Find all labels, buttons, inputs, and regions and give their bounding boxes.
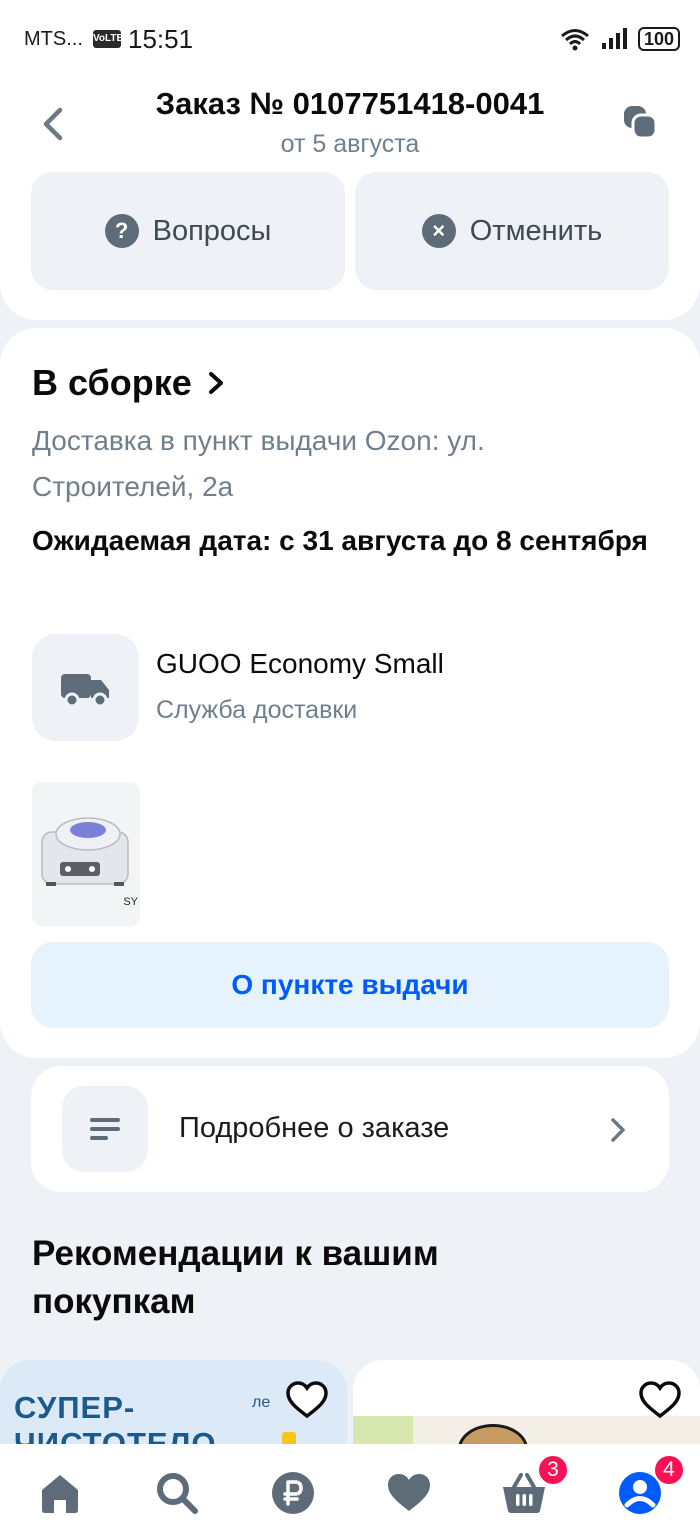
copy-icon[interactable] (620, 102, 660, 142)
delivery-address: Доставка в пункт выдачи Ozon: ул. Строит… (32, 425, 485, 502)
home-icon (42, 1475, 78, 1513)
order-details-label: Подробнее о заказе (179, 1112, 450, 1144)
volte-icon: VoLTE (93, 30, 123, 48)
chevron-right-icon (208, 372, 223, 394)
cancel-label: Отменить (469, 214, 603, 247)
order-status: В сборке (32, 362, 192, 403)
recommendations-title: Рекомендации к вашим покупкам (32, 1234, 439, 1321)
nav-search[interactable] (154, 1470, 200, 1516)
cart-badge: 3 (537, 1454, 569, 1486)
order-title: Заказ № 0107751418-0041 (155, 86, 545, 121)
carrier-name: MTS... (24, 28, 83, 50)
nav-home[interactable] (37, 1470, 83, 1516)
ruble-icon (272, 1472, 314, 1514)
order-date: от 5 августа (280, 130, 420, 158)
questions-label: Вопросы (152, 214, 272, 247)
bottom-navigation: 3 4 (0, 1444, 700, 1540)
product-image-caption: SY (123, 896, 138, 908)
pickup-point-button[interactable]: О пункте выдачи (31, 942, 669, 1028)
question-icon: ? (104, 214, 139, 248)
delivery-service-icon-box (32, 634, 139, 741)
heart-icon (388, 1474, 430, 1511)
order-status-link[interactable]: В сборке (32, 362, 226, 404)
details-icon-box (62, 1086, 148, 1172)
truck-icon (60, 673, 109, 707)
delivery-service-name: GUOO Economy Small (156, 648, 444, 679)
clock: 15:51 (128, 24, 194, 54)
chevron-right-icon (611, 1118, 625, 1142)
nav-profile[interactable]: 4 (617, 1454, 685, 1516)
profile-badge: 4 (653, 1454, 685, 1486)
cancel-order-button[interactable]: × Отменить (355, 172, 669, 290)
battery-icon: 100 (637, 27, 680, 51)
questions-button[interactable]: ? Вопросы (31, 172, 345, 290)
status-indicators: 100 (560, 24, 680, 54)
close-icon: × (421, 214, 456, 248)
status-bar: MTS... VoLTE 15:51 100 (0, 0, 700, 76)
order-details-row[interactable]: Подробнее о заказе (31, 1066, 669, 1192)
list-icon (90, 1118, 120, 1140)
search-icon (157, 1473, 198, 1514)
recommendation-brand-logo: ле (252, 1394, 271, 1411)
product-image[interactable]: SY (32, 782, 140, 926)
nav-payments[interactable] (270, 1470, 316, 1516)
expected-date: Ожидаемая дата: с 31 августа до 8 сентяб… (32, 525, 648, 556)
heart-icon[interactable] (285, 1380, 329, 1420)
nav-favorites[interactable] (386, 1470, 432, 1516)
signal-icon (601, 28, 627, 49)
wifi-icon (560, 29, 589, 51)
delivery-service-label: Служба доставки (156, 696, 358, 724)
nav-cart[interactable]: 3 (501, 1454, 569, 1516)
heart-icon[interactable] (638, 1380, 682, 1420)
